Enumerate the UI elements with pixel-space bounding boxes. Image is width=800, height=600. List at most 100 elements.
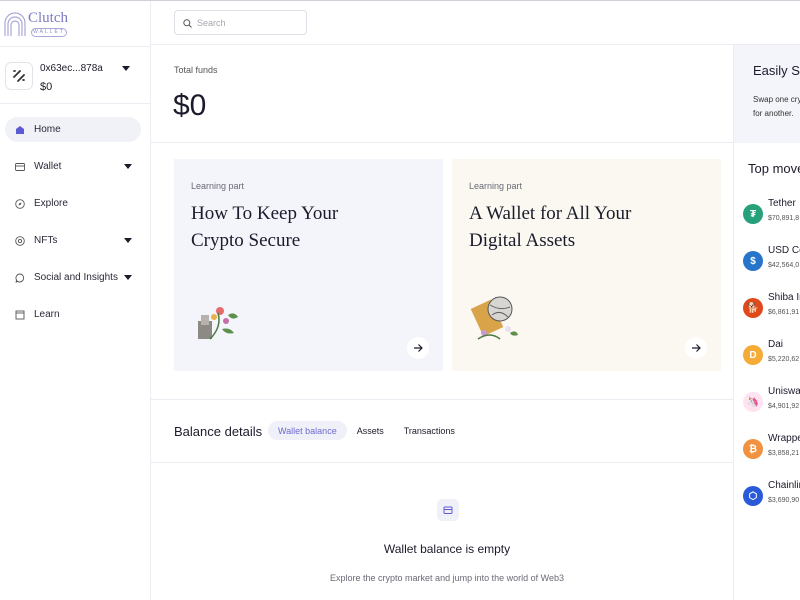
coin-value: $70,891,8	[768, 215, 800, 222]
arrow-right-icon	[692, 344, 701, 352]
wallet-icon	[15, 162, 25, 172]
sidebar-nav: Home Wallet Explore NFTs Social and Insi…	[5, 117, 141, 339]
balance-details-title: Balance details	[174, 424, 263, 439]
total-funds-value: $0	[173, 89, 207, 122]
logo-subtitle: WALLET	[31, 28, 67, 37]
top-bar	[151, 1, 800, 45]
sidebar-item-label: Learn	[34, 309, 60, 320]
chevron-down-icon	[124, 238, 132, 243]
divider	[151, 462, 733, 463]
learn-card-security[interactable]: Learning part How To Keep Your Crypto Se…	[174, 159, 443, 371]
account-address: 0x63ec...878a	[40, 63, 103, 74]
app-root: Clutch WALLET 0x63ec...878a $0 Home Wall…	[0, 0, 800, 600]
card-kicker: Learning part	[469, 181, 523, 191]
coin-name: USD Co	[768, 245, 800, 256]
coin-value: $6,861,91	[768, 309, 800, 316]
sidebar-item-nfts[interactable]: NFTs	[5, 228, 141, 253]
book-icon	[15, 310, 25, 320]
dai-icon: D	[743, 345, 763, 365]
sidebar-item-label: Home	[34, 124, 61, 135]
empty-state-title: Wallet balance is empty	[383, 542, 511, 556]
wbtc-icon: ₿	[743, 439, 763, 459]
flower-illustration	[198, 307, 238, 340]
card-kicker: Learning part	[191, 181, 245, 191]
shiba-icon: 🐕	[743, 298, 763, 318]
top-movers-title: Top move	[748, 161, 800, 176]
sidebar-item-home[interactable]: Home	[5, 117, 141, 142]
sidebar-item-label: Social and Insights	[34, 272, 118, 283]
tab-transactions[interactable]: Transactions	[394, 421, 465, 440]
search-box[interactable]	[174, 10, 307, 35]
logo-icon	[4, 12, 26, 36]
coin-value: $5,220,62	[768, 356, 800, 363]
tab-wallet-balance[interactable]: Wallet balance	[268, 421, 347, 440]
coin-row-chainlink[interactable]: ⬡ Chainlin $3,690,90	[743, 480, 800, 510]
coin-row-tether[interactable]: ₮ Tether $70,891,8	[743, 198, 800, 228]
tab-assets[interactable]: Assets	[347, 421, 394, 440]
card-title: A Wallet for All Your Digital Assets	[469, 203, 632, 251]
sidebar-item-explore[interactable]: Explore	[5, 191, 141, 216]
coin-name: Wrappe	[768, 433, 800, 444]
right-panel: Easily Sw Swap one cry for another. Top …	[733, 45, 800, 600]
balance-tabs: Wallet balance Assets Transactions	[268, 421, 465, 440]
learn-card-wallet[interactable]: Learning part A Wallet for All Your Digi…	[452, 159, 721, 371]
card-title: How To Keep Your Crypto Secure	[191, 203, 339, 251]
uniswap-icon: 🦄	[743, 392, 763, 412]
sidebar-item-learn[interactable]: Learn	[5, 302, 141, 327]
arrow-right-icon	[414, 344, 423, 352]
account-avatar-icon	[13, 70, 25, 82]
chevron-down-icon	[124, 164, 132, 169]
empty-state-subtitle: Explore the crypto market and jump into …	[330, 573, 564, 583]
account-avatar	[5, 62, 33, 90]
sidebar-item-wallet[interactable]: Wallet	[5, 154, 141, 179]
arrow-right-button[interactable]	[685, 337, 707, 359]
swap-description-line: for another.	[753, 109, 794, 118]
nft-icon	[15, 235, 25, 246]
coin-row-wrapped[interactable]: ₿ Wrappe $3,858,21	[743, 433, 800, 463]
logo-name: Clutch	[28, 10, 68, 26]
chainlink-icon: ⬡	[743, 486, 763, 506]
coin-row-dai[interactable]: D Dai $5,220,62	[743, 339, 800, 369]
sidebar-item-social[interactable]: Social and Insights	[5, 265, 141, 290]
globe-illustration	[470, 296, 518, 340]
account-switcher[interactable]: 0x63ec...878a $0	[0, 46, 151, 104]
compass-icon	[15, 198, 25, 209]
wallet-icon	[443, 506, 453, 514]
empty-wallet-badge	[437, 499, 459, 521]
sidebar-item-label: Explore	[34, 198, 68, 209]
search-icon	[183, 19, 192, 28]
coin-name: Chainlin	[768, 480, 800, 491]
swap-title: Easily Sw	[753, 63, 800, 78]
coin-value: $3,858,21	[768, 450, 800, 457]
swap-description-line: Swap one cry	[753, 95, 800, 104]
coin-name: Shiba In	[768, 292, 800, 303]
main-content: Total funds $0 Learning part How To Keep…	[151, 45, 733, 600]
chevron-down-icon[interactable]	[122, 66, 130, 71]
coin-name: Tether	[768, 198, 796, 209]
divider	[151, 399, 733, 400]
coin-value: $42,564,0	[768, 262, 800, 269]
account-balance: $0	[40, 81, 53, 93]
chevron-down-icon	[124, 275, 132, 280]
sidebar-item-label: NFTs	[34, 235, 58, 246]
coin-row-uniswap[interactable]: 🦄 Uniswa $4,901,92	[743, 386, 800, 416]
home-icon	[15, 125, 25, 135]
coin-name: Uniswa	[768, 386, 800, 397]
coin-row-usdc[interactable]: $ USD Co $42,564,0	[743, 245, 800, 275]
logo[interactable]: Clutch WALLET	[4, 9, 74, 39]
tether-icon: ₮	[743, 204, 763, 224]
coin-name: Dai	[768, 339, 784, 350]
swap-description: Swap one cry for another.	[753, 93, 800, 121]
sidebar-item-label: Wallet	[34, 161, 62, 172]
coin-value: $4,901,92	[768, 403, 800, 410]
swap-promo[interactable]: Easily Sw Swap one cry for another.	[734, 45, 800, 143]
sidebar: Clutch WALLET 0x63ec...878a $0 Home Wall…	[0, 1, 151, 600]
chat-icon	[15, 273, 25, 283]
coin-row-shiba[interactable]: 🐕 Shiba In $6,861,91	[743, 292, 800, 322]
arrow-right-button[interactable]	[407, 337, 429, 359]
total-funds-label: Total funds	[174, 65, 218, 75]
usdc-icon: $	[743, 251, 763, 271]
divider	[151, 142, 733, 143]
search-input[interactable]	[197, 16, 297, 30]
coin-value: $3,690,90	[768, 497, 800, 504]
